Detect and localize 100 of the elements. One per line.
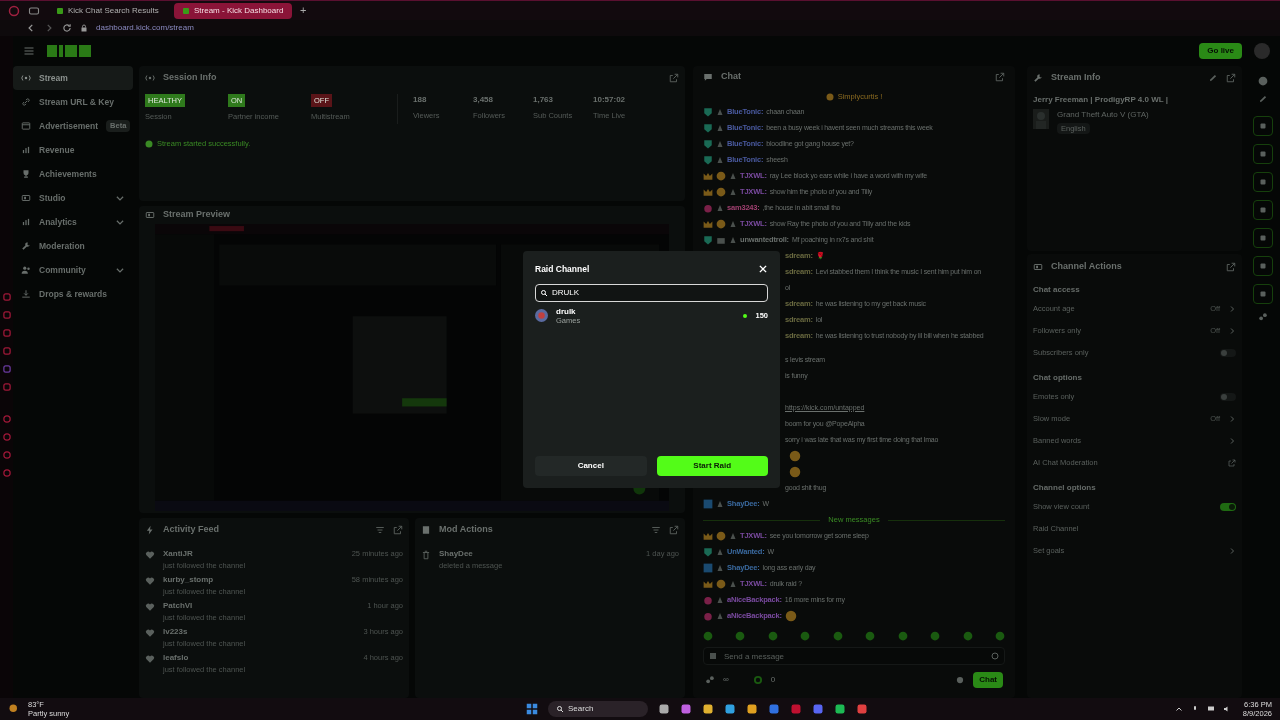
popout-icon[interactable] bbox=[669, 525, 679, 535]
lightning-widget-button[interactable] bbox=[1253, 144, 1273, 164]
toggle-switch[interactable] bbox=[1220, 393, 1236, 401]
new-tab-button[interactable]: + bbox=[300, 5, 307, 16]
browser-tab[interactable]: Stream - Kick Dashboard bbox=[174, 2, 292, 19]
feed-user: PatchVI bbox=[163, 600, 194, 612]
chat-widget-button[interactable] bbox=[1253, 200, 1273, 220]
address-bar[interactable]: dashboard.kick.com/stream bbox=[96, 22, 194, 34]
chevron-right-icon bbox=[1228, 305, 1236, 313]
heart-icon bbox=[145, 602, 155, 612]
go-live-button[interactable]: Go live bbox=[1199, 43, 1242, 59]
emote-icon[interactable] bbox=[930, 631, 941, 641]
section-heading: Chat access bbox=[1033, 284, 1081, 296]
panel-title: Mod Actions bbox=[439, 523, 493, 537]
nav-item[interactable]: Studio bbox=[13, 186, 133, 210]
dialog-title: Raid Channel bbox=[535, 263, 590, 276]
feed-user: XantiJR bbox=[163, 548, 194, 560]
close-icon[interactable] bbox=[758, 264, 768, 275]
points-count: ∞ bbox=[723, 674, 729, 686]
browser-logo-icon[interactable] bbox=[8, 4, 20, 17]
reload-icon[interactable] bbox=[62, 23, 72, 33]
info-icon[interactable] bbox=[1258, 76, 1268, 86]
taskbar-search[interactable]: Search bbox=[548, 701, 649, 717]
search-icon bbox=[540, 288, 548, 297]
avatar bbox=[535, 309, 548, 323]
section-heading: Chat options bbox=[1033, 372, 1083, 384]
workspace-icon[interactable] bbox=[28, 4, 40, 17]
count-text: 0 bbox=[770, 674, 776, 686]
chevron-right-icon bbox=[1228, 437, 1236, 445]
chevron-right-icon bbox=[1228, 327, 1236, 335]
chevron-up-icon[interactable] bbox=[1174, 705, 1183, 713]
message-input[interactable]: Send a message bbox=[703, 647, 1005, 665]
pencil-icon[interactable] bbox=[1208, 73, 1218, 83]
nav-item[interactable]: Analytics bbox=[13, 210, 133, 234]
emote-icon[interactable] bbox=[703, 631, 713, 641]
lock-icon bbox=[80, 24, 88, 32]
browser-tab[interactable]: Kick Chat Search Results bbox=[48, 2, 166, 19]
emote-icon[interactable] bbox=[865, 631, 876, 641]
panel-title: Activity Feed bbox=[163, 523, 220, 537]
popout-icon[interactable] bbox=[669, 73, 679, 83]
nav-item[interactable]: Drops & rewards bbox=[13, 282, 133, 306]
kick-favicon-icon bbox=[182, 6, 190, 15]
search-field[interactable]: DRULK bbox=[535, 283, 768, 302]
trash-icon bbox=[421, 550, 431, 560]
windows-icon[interactable] bbox=[526, 703, 539, 715]
feed-user: leafslo bbox=[163, 652, 190, 664]
popout-icon[interactable] bbox=[1226, 262, 1236, 272]
link-icon bbox=[21, 97, 31, 107]
start-raid-button[interactable]: Start Raid bbox=[656, 456, 768, 476]
back-icon[interactable] bbox=[26, 23, 36, 33]
app-icon[interactable] bbox=[1, 364, 12, 374]
cancel-button[interactable]: Cancel bbox=[535, 456, 647, 476]
stat-value: 10:57:02 bbox=[593, 94, 627, 106]
heart-icon bbox=[145, 576, 155, 586]
send-chat-button[interactable]: Chat bbox=[973, 672, 1003, 688]
filter-icon[interactable] bbox=[651, 525, 661, 535]
popout-icon[interactable] bbox=[1226, 73, 1236, 83]
emote-icon[interactable] bbox=[962, 631, 973, 641]
broadcast-widget-button[interactable] bbox=[1253, 228, 1273, 248]
popout-icon[interactable] bbox=[393, 525, 403, 535]
toggle-switch[interactable] bbox=[1220, 349, 1236, 357]
check-circle-icon bbox=[145, 139, 153, 148]
emote-icon[interactable] bbox=[767, 631, 778, 641]
popout-icon[interactable] bbox=[995, 72, 1005, 82]
actions-widget-button[interactable] bbox=[1253, 256, 1273, 276]
channel-name: drulk bbox=[556, 306, 577, 316]
panel-title: Stream Preview bbox=[163, 208, 231, 222]
feed-user: kurby_stomp bbox=[163, 574, 215, 586]
nav-item[interactable]: Community bbox=[13, 258, 133, 282]
panel-title: Session Info bbox=[163, 71, 217, 85]
kick-favicon-icon bbox=[56, 6, 64, 15]
nav-item[interactable]: Stream bbox=[13, 66, 133, 90]
pencil-icon[interactable] bbox=[1258, 94, 1268, 104]
nav-item[interactable]: Stream URL & Key bbox=[13, 90, 133, 114]
emote-icon[interactable] bbox=[735, 631, 746, 641]
emote-icon[interactable] bbox=[832, 631, 843, 641]
section-heading: Channel options bbox=[1033, 482, 1097, 494]
toggle-switch[interactable] bbox=[1220, 503, 1236, 511]
studio-icon bbox=[21, 193, 31, 203]
chevron-right-icon bbox=[1228, 415, 1236, 423]
emote-icon[interactable] bbox=[897, 631, 908, 641]
filter-icon[interactable] bbox=[375, 525, 385, 535]
feed-user: ShayDee bbox=[439, 548, 474, 560]
forward-icon[interactable] bbox=[44, 23, 54, 33]
emote-icon[interactable] bbox=[800, 631, 811, 641]
nav-item[interactable]: Revenue bbox=[13, 138, 133, 162]
nav-item[interactable]: Moderation bbox=[13, 234, 133, 258]
speaker-icon[interactable] bbox=[1222, 705, 1231, 713]
focus-widget-button[interactable] bbox=[1253, 116, 1273, 136]
menu-icon[interactable] bbox=[23, 45, 35, 57]
document-widget-button[interactable] bbox=[1253, 172, 1273, 192]
nav-item[interactable]: Achievements bbox=[13, 162, 133, 186]
wrench-widget-button[interactable] bbox=[1253, 284, 1273, 304]
points-icon[interactable] bbox=[1258, 312, 1268, 322]
window-icon bbox=[21, 121, 31, 131]
stat-value: 3,458 bbox=[473, 94, 495, 106]
feed-user: lv223s bbox=[163, 626, 189, 638]
trophy-icon bbox=[21, 169, 31, 179]
monitor-icon[interactable] bbox=[1206, 705, 1215, 713]
emote-icon[interactable] bbox=[994, 631, 1005, 641]
